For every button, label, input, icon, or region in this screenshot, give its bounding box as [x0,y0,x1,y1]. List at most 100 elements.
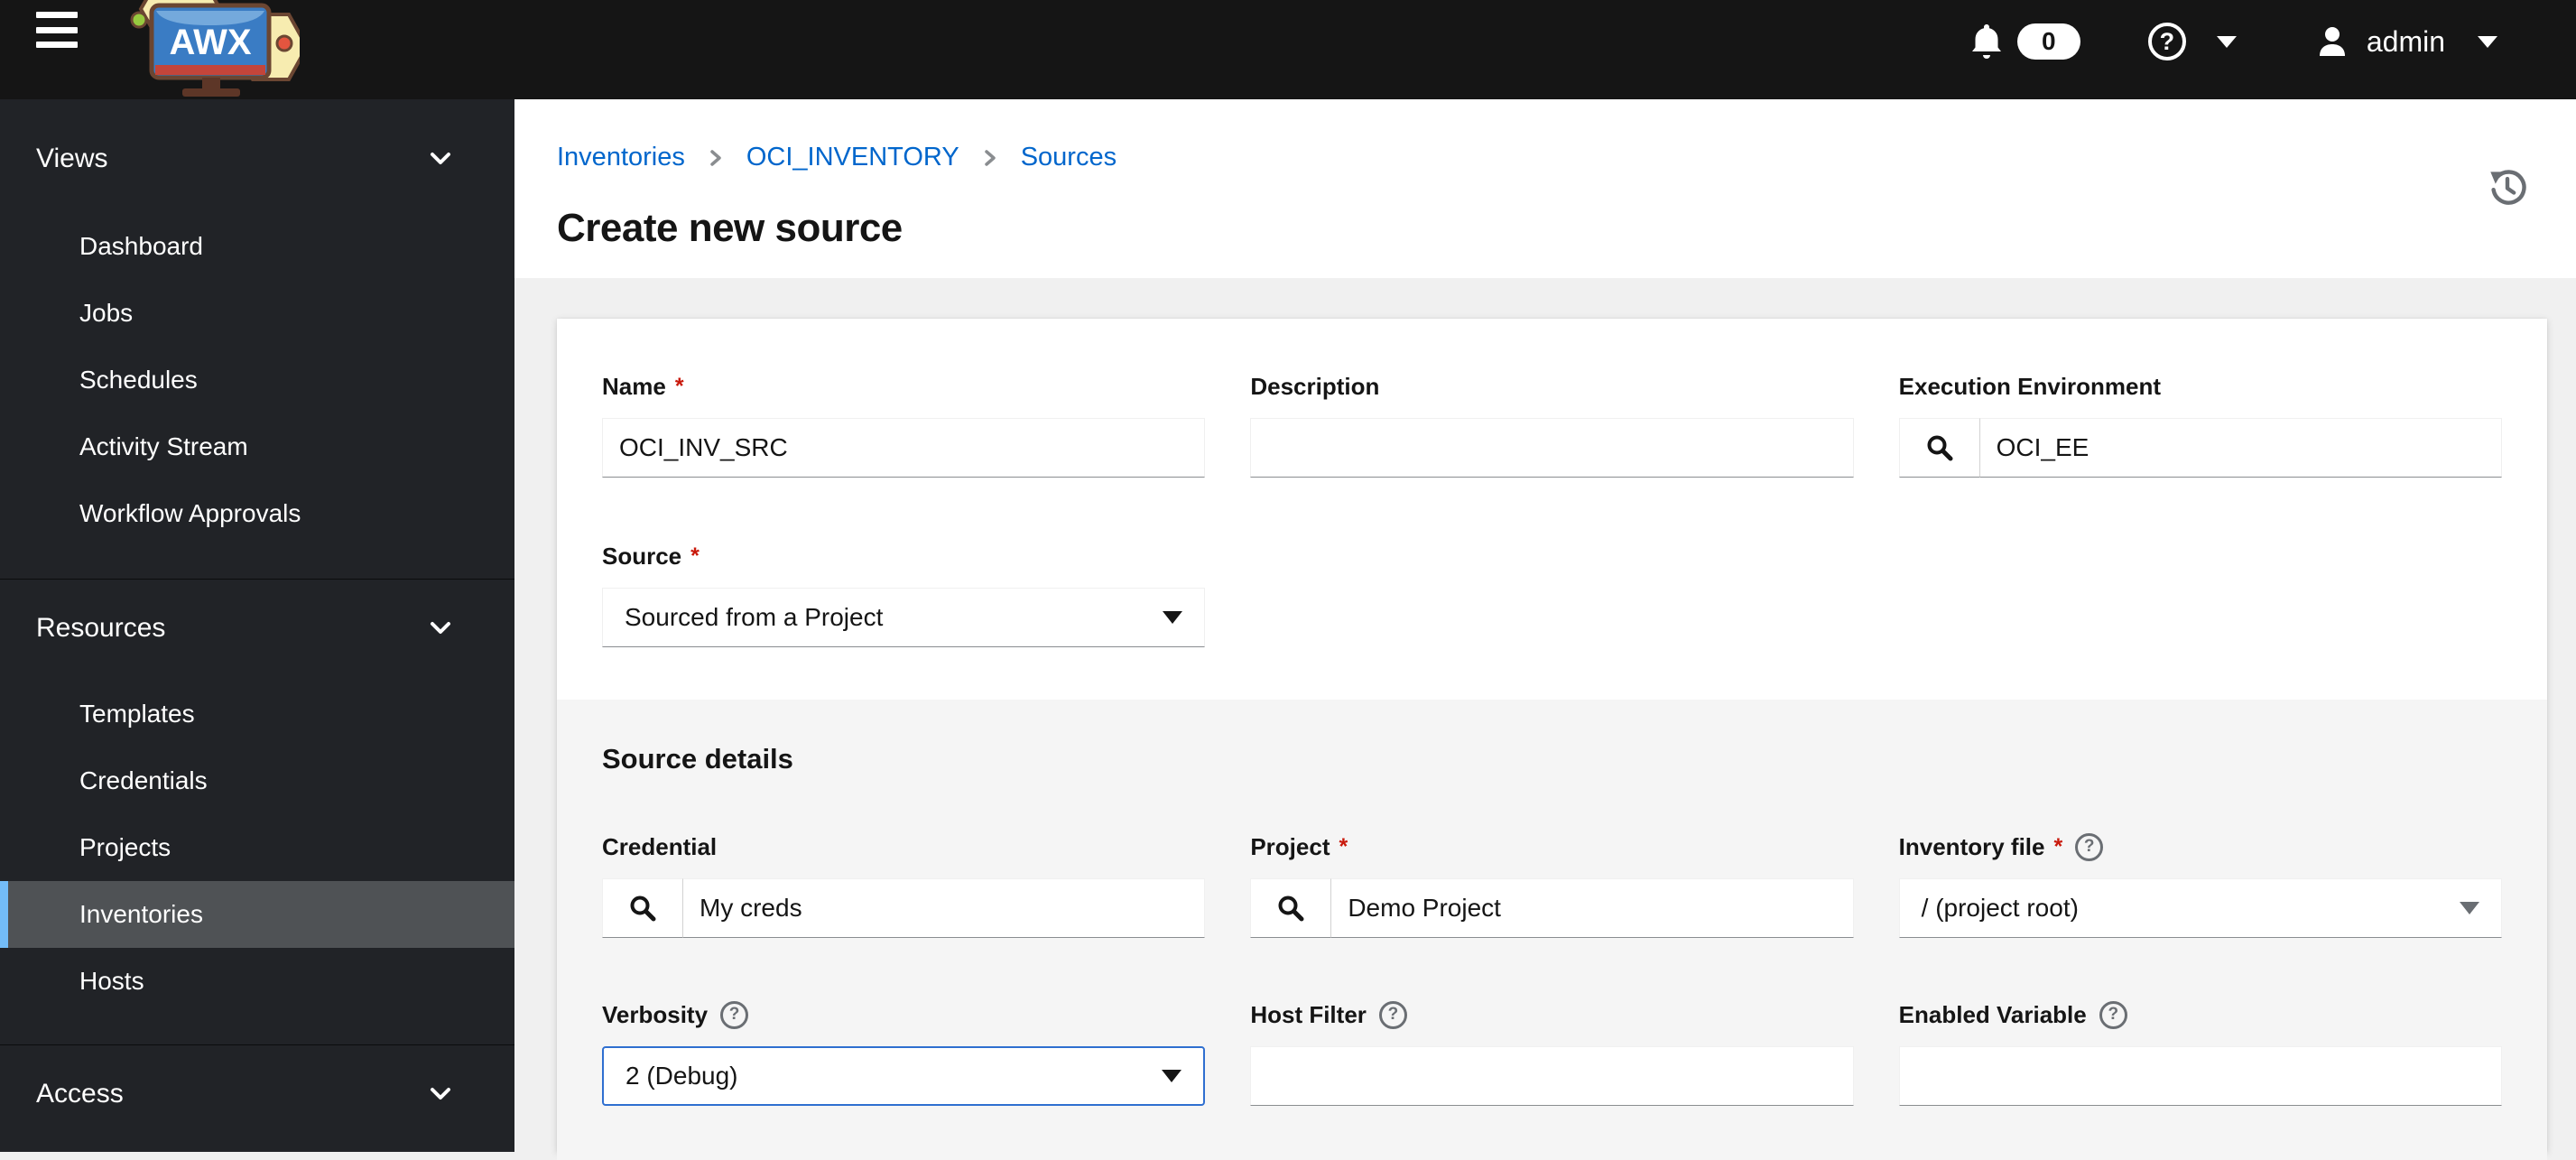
credential-search-button[interactable] [602,878,683,938]
chevron-down-icon [431,153,450,164]
source-details-row-1: Credential My creds Project * Demo Proje… [602,832,2502,938]
host-filter-help-icon[interactable]: ? [1378,1000,1407,1029]
content-header: Inventories OCI_INVENTORY Sources Create… [514,99,2576,278]
hamburger-menu-icon[interactable] [36,12,79,48]
sidebar-group-header-views[interactable]: Views [0,143,514,175]
history-icon [2490,170,2526,205]
sidebar-item-dashboard[interactable]: Dashboard [0,213,514,280]
masthead-actions: 0 ? admin [1970,0,2497,83]
enabled-variable-label: Enabled Variable [1898,1000,2087,1028]
search-icon [1927,435,1953,461]
source-select[interactable]: Sourced from a Project [602,588,1206,647]
breadcrumb-sources[interactable]: Sources [1021,143,1117,172]
field-enabled-variable: Enabled Variable ? [1898,1000,2502,1106]
breadcrumb-inventories[interactable]: Inventories [557,143,685,172]
field-host-filter: Host Filter ? [1250,1000,1854,1106]
execution-environment-search-button[interactable] [1898,418,1980,478]
execution-environment-input[interactable] [1979,418,2502,478]
verbosity-label: Verbosity [602,1000,709,1028]
field-project: Project * [1250,832,1854,938]
host-filter-label: Host Filter [1250,1000,1367,1028]
source-details-row-2: Verbosity ? 2 (Debug) Host Filter ? Enab… [602,1000,2502,1106]
user-name: admin [2366,24,2445,58]
project-search-button[interactable] [1250,878,1332,938]
breadcrumb-separator-icon [984,149,996,166]
sidebar-group-access: Access [0,1044,514,1110]
project-label: Project [1250,832,1330,860]
sidebar-item-credentials[interactable]: Credentials [0,747,514,814]
breadcrumb: Inventories OCI_INVENTORY Sources [557,143,1117,172]
sidebar-item-activity-stream[interactable]: Activity Stream [0,413,514,480]
user-menu-button[interactable]: admin [2318,25,2497,59]
help-menu-button[interactable]: ? [2147,23,2237,60]
enabled-variable-help-icon[interactable]: ? [2099,1000,2127,1029]
field-description: Description [1250,372,1854,478]
history-button[interactable] [2488,168,2527,208]
notifications-button[interactable]: 0 [1970,23,2080,60]
breadcrumb-separator-icon [710,149,721,166]
awx-logo-icon: AWX [130,0,310,97]
sidebar-item-templates[interactable]: Templates [0,681,514,747]
required-asterisk: * [690,543,700,569]
name-label: Name [602,372,666,400]
source-select-value: Sourced from a Project [625,603,884,631]
host-filter-input[interactable] [1250,1046,1854,1106]
verbosity-help-icon[interactable]: ? [720,1000,749,1029]
inventory-file-help-icon[interactable]: ? [2075,832,2104,861]
help-caret-down-icon [2216,35,2237,48]
enabled-variable-input[interactable] [1898,1046,2502,1106]
sidebar-group-resources: Resources Templates Credentials Projects… [0,579,514,1015]
inventory-file-select-value: / (project root) [1921,894,2079,922]
form-top-section: Name * Description Execution Envir [557,319,2547,700]
form-row-2: Source * Sourced from a Project [602,543,2502,647]
field-source: Source * Sourced from a Project [602,542,1206,647]
sidebar-item-projects[interactable]: Projects [0,814,514,881]
breadcrumb-oci-inventory[interactable]: OCI_INVENTORY [746,143,959,172]
inventory-file-label: Inventory file [1898,832,2045,860]
user-caret-down-icon [2478,35,2497,48]
select-caret-down-icon [2459,902,2479,914]
name-input[interactable] [602,418,1206,478]
create-source-form-card: Name * Description Execution Envir [557,319,2547,1160]
chevron-down-icon [431,1088,450,1100]
inventory-file-select[interactable]: / (project root) [1898,878,2502,938]
field-verbosity: Verbosity ? 2 (Debug) [602,1000,1206,1106]
chevron-down-icon [431,622,450,634]
user-icon [2319,27,2345,56]
sidebar-item-jobs[interactable]: Jobs [0,280,514,347]
sidebar-item-workflow-approvals[interactable]: Workflow Approvals [0,480,514,547]
required-asterisk: * [1339,833,1348,859]
field-execution-environment: Execution Environment [1898,372,2502,478]
field-inventory-file: Inventory file * ? / (project root) [1898,832,2502,938]
sidebar-item-inventories[interactable]: Inventories [0,881,514,948]
search-icon [1278,896,1304,922]
source-details-section: Source details Credential My creds Proje… [557,700,2547,1160]
source-label: Source [602,542,682,570]
page: AWX 0 ? admin Views Dashboard Jobs Sched… [0,0,2576,1160]
sidebar-group-header-access[interactable]: Access [0,1078,514,1110]
sidebar-item-hosts[interactable]: Hosts [0,948,514,1015]
credential-label: Credential [602,832,718,860]
form-row-1: Name * Description Execution Envir [602,373,2502,478]
execution-environment-label: Execution Environment [1898,372,2162,400]
page-title: Create new source [557,206,903,250]
source-details-heading: Source details [602,743,793,775]
select-caret-down-icon [1163,611,1183,624]
awx-logo[interactable]: AWX [126,0,310,97]
credential-input[interactable] [683,878,1206,938]
project-input[interactable] [1331,878,1854,938]
notifications-count-badge: 0 [2016,23,2080,60]
sidebar-group-header-resources[interactable]: Resources [0,612,514,645]
field-name: Name * [602,372,1206,478]
verbosity-select[interactable]: 2 (Debug) [602,1046,1206,1106]
description-input[interactable] [1250,418,1854,478]
sidebar-item-schedules[interactable]: Schedules [0,347,514,413]
svg-text:AWX: AWX [169,23,251,62]
description-label: Description [1250,372,1380,400]
sidebar: Views Dashboard Jobs Schedules Activity … [0,99,514,1152]
search-icon [630,896,656,922]
required-asterisk: * [2053,833,2063,859]
select-caret-down-icon [1162,1070,1182,1082]
page-section: Name * Description Execution Envir [514,278,2576,1160]
sidebar-group-views: Views Dashboard Jobs Schedules Activity … [0,99,514,547]
